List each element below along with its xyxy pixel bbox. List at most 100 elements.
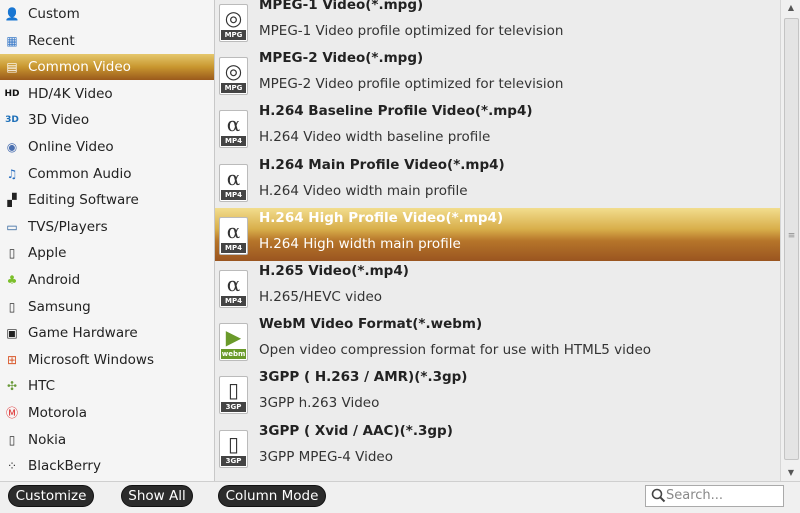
- sidebar-item[interactable]: ▯ Samsung: [0, 294, 214, 320]
- file-type-glyph: ◎: [224, 6, 243, 30]
- sidebar-item[interactable]: Ⓜ Motorola: [0, 400, 214, 426]
- file-type-glyph: ▯: [227, 378, 239, 403]
- scroll-up-arrow-icon[interactable]: ▲: [781, 0, 800, 16]
- sidebar-item[interactable]: ⊞ Microsoft Windows: [0, 347, 214, 373]
- format-title: 3GPP ( H.263 / AMR)(*.3gp): [259, 369, 468, 386]
- mpg-file-icon: ◎ MPG: [219, 57, 248, 96]
- sidebar-item[interactable]: ⁘ BlackBerry: [0, 453, 214, 479]
- show-all-button[interactable]: Show All: [121, 485, 193, 507]
- file-type-glyph: ◎: [224, 59, 243, 84]
- format-row[interactable]: ▶ webm WebM Video Format(*.webm) Open video…: [215, 314, 780, 367]
- sidebar-item[interactable]: ✣ HTC: [0, 373, 214, 399]
- game-console-icon: ▣: [6, 326, 18, 341]
- format-row[interactable]: α MP4 H.264 Baseline Profile Video(*.mp4) H…: [215, 101, 780, 154]
- file-type-tag: webm: [221, 349, 246, 360]
- sidebar-item-label: TVS/Players: [28, 218, 108, 235]
- format-profile-window: 👤 Custom ▦ Recent ▤ Common Video HD HD/4K Video…: [0, 0, 800, 513]
- sidebar-item[interactable]: ♣ Android: [0, 267, 214, 293]
- sidebar-item[interactable]: ▦ Recent: [0, 28, 214, 54]
- format-description: MPEG-1 Video profile optimized for telev…: [259, 23, 564, 39]
- sidebar-item-label: Samsung: [28, 298, 91, 315]
- sidebar-item-label: Apple: [28, 245, 67, 262]
- android-icon: ♣: [6, 273, 18, 287]
- music-note-icon: ♫: [6, 166, 18, 181]
- format-description: H.265/HEVC video: [259, 289, 383, 305]
- sidebar-item[interactable]: ▭ TVS/Players: [0, 214, 214, 240]
- scroll-thumb[interactable]: ≡: [784, 18, 799, 460]
- format-description: 3GPP MPEG-4 Video: [259, 448, 393, 465]
- sidebar-item-label: Motorola: [28, 405, 87, 421]
- file-type-tag: MP4: [221, 296, 246, 306]
- sidebar-item-label: HD/4K Video: [28, 85, 113, 102]
- file-type-glyph: ▶: [225, 325, 242, 350]
- mp4-file-icon: α MP4: [219, 110, 248, 149]
- format-row[interactable]: ◎ MPG MPEG-2 Video(*.mpg) MPEG-2 Video prof…: [215, 48, 780, 101]
- scroll-grip-icon: ≡: [787, 231, 796, 241]
- sidebar-item-label: Common Audio: [28, 165, 132, 182]
- format-list: ◎ MPG MPEG-1 Video(*.mpg) MPEG-1 Video prof…: [215, 0, 780, 481]
- mp4-file-icon: α MP4: [219, 163, 248, 202]
- phone-icon: ▯: [8, 246, 16, 261]
- sidebar-item[interactable]: 👤 Custom: [0, 1, 214, 27]
- 3d-icon: 3D: [5, 115, 19, 126]
- format-row[interactable]: ▯ 3GP 3GPP ( H.263 / AMR)(*.3gp) 3GPP h.263…: [215, 367, 780, 420]
- sidebar-item[interactable]: ▤ Common Video: [0, 54, 214, 81]
- sidebar-item-label: Recent: [28, 32, 75, 49]
- mp4-file-icon: α MP4: [219, 216, 248, 255]
- sidebar-item[interactable]: 3D 3D Video: [0, 107, 214, 133]
- format-row[interactable]: α MP4 H.264 High Profile Video(*.mp4) H.264…: [215, 207, 780, 261]
- format-description: Open video compression format for use wi…: [259, 342, 652, 359]
- format-description: MPEG-2 Video profile optimized for telev…: [259, 76, 564, 93]
- sidebar-item[interactable]: HD HD/4K Video: [0, 81, 214, 107]
- file-type-glyph: α: [226, 218, 241, 243]
- windows-icon: ⊞: [6, 352, 18, 367]
- format-row[interactable]: α MP4 H.264 Main Profile Video(*.mp4) H.264…: [215, 155, 780, 208]
- sidebar-item-label: Game Hardware: [28, 325, 138, 342]
- file-type-tag: 3GP: [221, 402, 246, 413]
- format-row[interactable]: α MP4 H.265 Video(*.mp4) H.265/HEVC video: [215, 261, 780, 314]
- recent-icon: ▦: [6, 33, 18, 48]
- sidebar-item[interactable]: ▞ Editing Software: [0, 187, 214, 213]
- file-type-tag: MP4: [221, 189, 246, 200]
- sidebar-item[interactable]: ▯ Nokia: [0, 427, 214, 453]
- format-description: H.264 Video width main profile: [259, 182, 468, 199]
- file-type-glyph: α: [226, 272, 241, 296]
- column-mode-button[interactable]: Column Mode: [218, 485, 326, 507]
- sidebar-item-label: Nokia: [28, 431, 67, 448]
- format-title: MPEG-2 Video(*.mpg): [259, 50, 424, 67]
- format-description: 3GPP h.263 Video: [259, 395, 380, 412]
- file-type-glyph: ▯: [227, 431, 239, 456]
- format-row[interactable]: ◎ MPG MPEG-1 Video(*.mpg) MPEG-1 Video prof…: [215, 0, 780, 48]
- sidebar-item-label: Online Video: [28, 139, 114, 155]
- blackberry-icon: ⁘: [6, 459, 18, 474]
- format-description: H.264 Video width baseline profile: [259, 129, 491, 146]
- sidebar-item[interactable]: ◉ Online Video: [0, 134, 214, 160]
- online-video-icon: ◉: [6, 140, 18, 154]
- category-sidebar: 👤 Custom ▦ Recent ▤ Common Video HD HD/4K Video…: [0, 0, 215, 481]
- sidebar-item[interactable]: ▣ Game Hardware: [0, 320, 214, 346]
- format-title: MPEG-1 Video(*.mpg): [259, 0, 424, 13]
- file-type-glyph: α: [226, 165, 241, 190]
- sidebar-item-label: 3D Video: [28, 112, 90, 129]
- mp4-file-icon: α MP4: [219, 270, 248, 308]
- customize-button[interactable]: Customize: [8, 485, 94, 507]
- scroll-down-arrow-icon[interactable]: ▼: [781, 465, 800, 481]
- sidebar-item[interactable]: ▯ Apple: [0, 240, 214, 266]
- sidebar-item-label: Editing Software: [28, 192, 139, 209]
- sidebar-item-label: HTC: [28, 378, 56, 395]
- sidebar-item-label: Custom: [28, 6, 80, 22]
- format-row[interactable]: ▯ 3GP 3GPP ( Xvid / AAC)(*.3gp) 3GPP MPEG-4…: [215, 421, 780, 474]
- search-input[interactable]: [666, 487, 778, 503]
- sidebar-item-label: Microsoft Windows: [28, 351, 154, 368]
- search-box[interactable]: [645, 485, 784, 507]
- 3gp-file-icon: ▯ 3GP: [219, 376, 248, 415]
- htc-icon: ✣: [6, 379, 18, 394]
- format-title: H.265 Video(*.mp4): [259, 263, 409, 279]
- format-list-scrollbar[interactable]: ▲ ≡ ▼: [780, 0, 800, 481]
- file-type-tag: MPG: [221, 83, 246, 94]
- clapperboard-icon: ▞: [7, 193, 17, 208]
- sidebar-item[interactable]: ♫ Common Audio: [0, 161, 214, 187]
- file-type-tag: 3GP: [221, 455, 246, 466]
- sidebar-item-label: BlackBerry: [28, 458, 101, 475]
- format-title: H.264 Baseline Profile Video(*.mp4): [259, 103, 533, 120]
